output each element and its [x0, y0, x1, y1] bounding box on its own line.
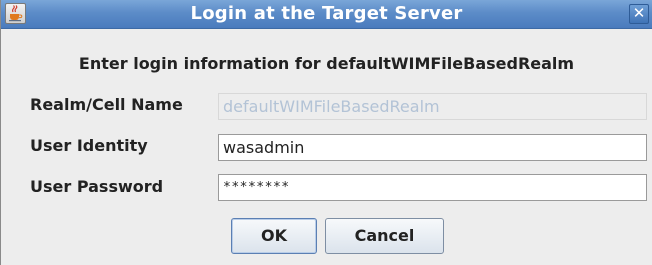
user-identity-field[interactable]: wasadmin [218, 134, 647, 161]
login-dialog: Login at the Target Server ✕ Enter login… [0, 0, 652, 265]
ok-button[interactable]: OK [231, 218, 317, 254]
cancel-button[interactable]: Cancel [325, 218, 444, 254]
close-button[interactable]: ✕ [629, 4, 649, 24]
user-identity-label: User Identity [30, 136, 148, 155]
form-heading: Enter login information for defaultWIMFi… [78, 54, 575, 73]
realm-label: Realm/Cell Name [30, 95, 183, 114]
close-icon[interactable]: ✕ [633, 4, 646, 22]
window-title: Login at the Target Server [190, 3, 463, 24]
user-password-field[interactable]: ******** [218, 174, 647, 201]
realm-field: defaultWIMFileBasedRealm [218, 93, 647, 120]
user-password-label: User Password [30, 177, 164, 196]
title-bar[interactable]: Login at the Target Server ✕ [1, 0, 652, 29]
